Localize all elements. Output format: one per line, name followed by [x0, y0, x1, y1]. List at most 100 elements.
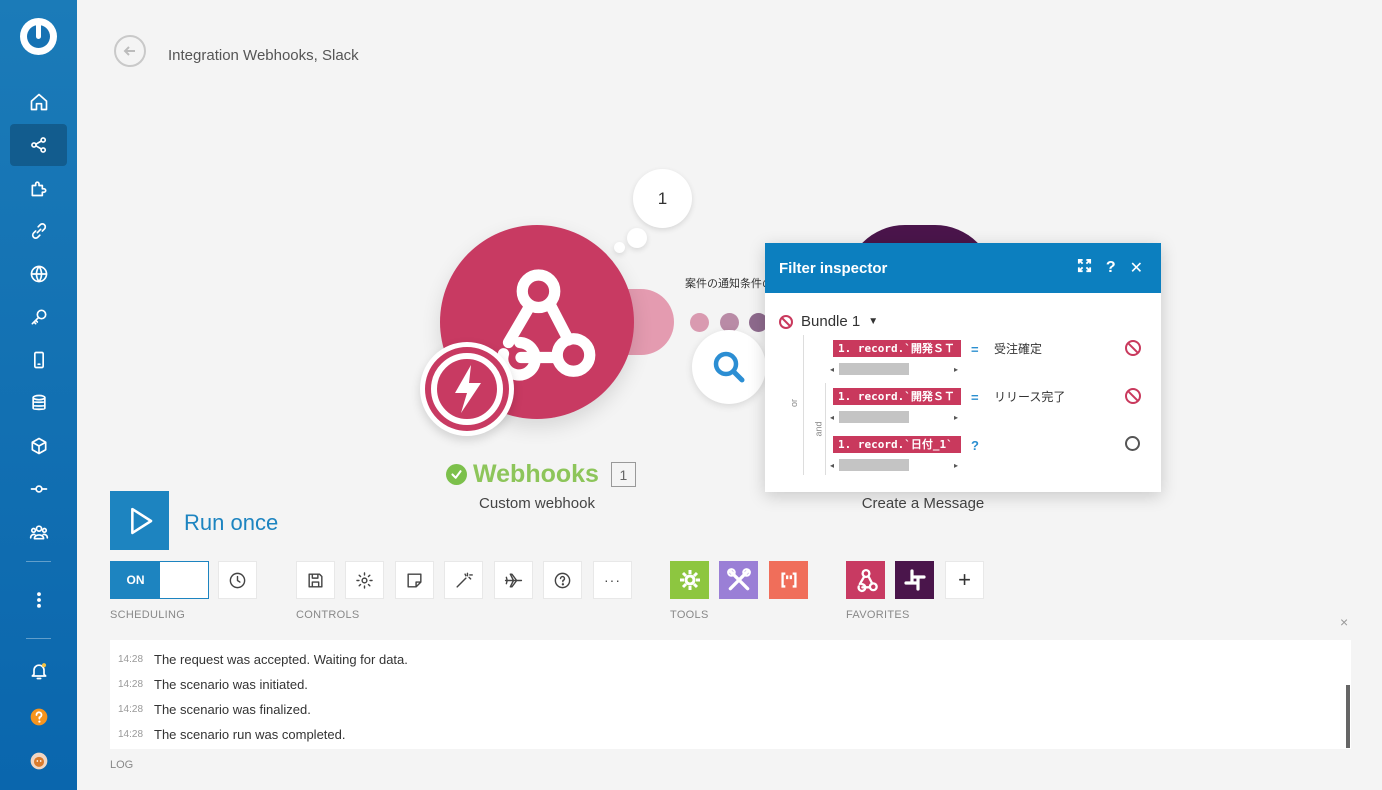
instant-trigger-badge — [420, 342, 514, 436]
gear-icon — [356, 571, 373, 589]
filter-inspector-header: Filter inspector ? ✕ — [765, 243, 1161, 293]
flow-control-icon[interactable] — [10, 468, 67, 510]
tools-button[interactable] — [719, 561, 758, 599]
arrow-left-icon — [123, 46, 135, 56]
scheduling-toggle[interactable]: ON — [110, 561, 209, 599]
caret-down-icon: ▼ — [868, 316, 879, 327]
avatar[interactable] — [10, 740, 67, 782]
condition-failed-icon — [1125, 388, 1141, 404]
log-message: The request was accepted. Waiting for da… — [154, 652, 408, 667]
save-button[interactable] — [296, 561, 335, 599]
and-label: and — [813, 421, 824, 437]
run-once-button[interactable] — [110, 491, 169, 550]
sidebar-divider — [26, 638, 51, 639]
datastructures-cube-icon[interactable] — [10, 425, 67, 467]
connections-link-icon[interactable] — [10, 210, 67, 252]
log-entry: 14:28 The request was accepted. Waiting … — [118, 652, 408, 667]
log-message: The scenario was initiated. — [154, 677, 308, 692]
webhook-module-name: Webhooks 1 — [446, 460, 636, 489]
condition-field-token[interactable]: 1. record.`日付_1` — [833, 436, 961, 453]
tools-label: TOOLS — [670, 609, 709, 621]
success-check-icon — [446, 464, 467, 485]
condition-value: リリース完了 — [994, 390, 1066, 404]
templates-puzzle-icon[interactable] — [10, 167, 67, 209]
help-question-icon[interactable]: ? — [1106, 259, 1116, 277]
log-scrollbar[interactable] — [1346, 685, 1350, 748]
question-icon — [554, 572, 571, 588]
auto-align-button[interactable] — [444, 561, 483, 599]
schedule-clock-button[interactable] — [218, 561, 257, 599]
field-scrollbar[interactable]: ◂ ▸ — [827, 458, 961, 472]
back-button[interactable] — [114, 35, 146, 67]
ban-icon — [779, 314, 793, 329]
scheduling-label: SCHEDULING — [110, 609, 186, 621]
condition-value: 受注確定 — [994, 342, 1043, 356]
log-time: 14:28 — [118, 654, 144, 665]
webhook-module-subtitle: Custom webhook — [479, 495, 595, 512]
log-entry: 14:28 The scenario run was completed. — [118, 727, 345, 742]
condition-field-token[interactable]: 1. record.`開発ＳＴ — [833, 388, 961, 405]
close-icon[interactable]: ✕ — [1130, 258, 1143, 278]
settings-button[interactable] — [345, 561, 384, 599]
toggle-on-label: ON — [111, 562, 160, 598]
more-vertical-icon[interactable] — [10, 579, 67, 621]
gear-icon — [679, 570, 700, 590]
bundle-selector[interactable]: Bundle 1 ▼ — [779, 313, 878, 330]
log-time: 14:28 — [118, 679, 144, 690]
condition-field-token[interactable]: 1. record.`開発ＳＴ — [833, 340, 961, 357]
keys-icon[interactable] — [10, 296, 67, 338]
scenario-title[interactable]: Integration Webhooks, Slack — [168, 47, 359, 64]
sidebar — [0, 0, 77, 790]
explain-flow-button[interactable] — [494, 561, 533, 599]
connection-dot — [690, 313, 709, 332]
tools-flow-control-button[interactable] — [670, 561, 709, 599]
log-time: 14:28 — [118, 729, 144, 740]
scenarios-icon[interactable] — [10, 124, 67, 166]
log-panel: 14:28 The request was accepted. Waiting … — [110, 640, 1351, 749]
controls-label: CONTROLS — [296, 609, 360, 621]
make-logo-icon[interactable] — [20, 18, 57, 55]
sidebar-divider — [26, 561, 51, 562]
home-icon[interactable] — [10, 81, 67, 123]
more-button[interactable]: ··· — [593, 561, 632, 599]
datastores-icon[interactable] — [10, 382, 67, 424]
module-id-badge: 1 — [610, 462, 636, 487]
slack-icon — [903, 569, 926, 591]
condition-operator: ? — [971, 438, 979, 453]
bubble-tail — [614, 242, 625, 253]
expand-icon[interactable] — [1077, 258, 1092, 278]
notifications-bell-icon[interactable] — [10, 650, 67, 692]
field-scrollbar[interactable]: ◂ ▸ — [827, 410, 961, 424]
condition-operator: = — [971, 342, 979, 357]
favorite-slack-button[interactable] — [895, 561, 934, 599]
favorite-webhooks-button[interactable] — [846, 561, 885, 599]
webhook-icon — [856, 568, 878, 593]
clock-icon — [229, 572, 246, 588]
note-icon — [407, 572, 422, 588]
magic-wand-icon — [456, 572, 473, 588]
help-icon[interactable] — [10, 696, 67, 738]
condition-operator: = — [971, 390, 979, 405]
add-favorite-button[interactable]: + — [945, 561, 984, 599]
run-once-label[interactable]: Run once — [184, 510, 278, 536]
devices-icon[interactable] — [10, 339, 67, 381]
or-label: or — [789, 398, 800, 408]
log-entry: 14:28 The scenario was finalized. — [118, 702, 311, 717]
filter-label[interactable]: 案件の通知条件の設定 — [685, 275, 765, 291]
slack-module-subtitle: Create a Message — [861, 495, 985, 512]
log-entry: 14:28 The scenario was initiated. — [118, 677, 308, 692]
airplane-icon — [504, 572, 523, 588]
tools-text-parser-button[interactable] — [769, 561, 808, 599]
field-scrollbar[interactable]: ◂ ▸ — [827, 362, 961, 376]
log-close-icon[interactable]: × — [1340, 614, 1348, 630]
filter-node[interactable] — [692, 330, 766, 404]
or-connector-line — [803, 335, 804, 475]
notes-button[interactable] — [395, 561, 434, 599]
log-message: The scenario was finalized. — [154, 702, 311, 717]
filter-inspector-title: Filter inspector — [779, 259, 888, 277]
save-icon — [308, 572, 323, 588]
help-button[interactable] — [543, 561, 582, 599]
team-icon[interactable] — [10, 511, 67, 553]
operations-count-bubble[interactable]: 1 — [633, 169, 692, 228]
webhooks-globe-icon[interactable] — [10, 253, 67, 295]
